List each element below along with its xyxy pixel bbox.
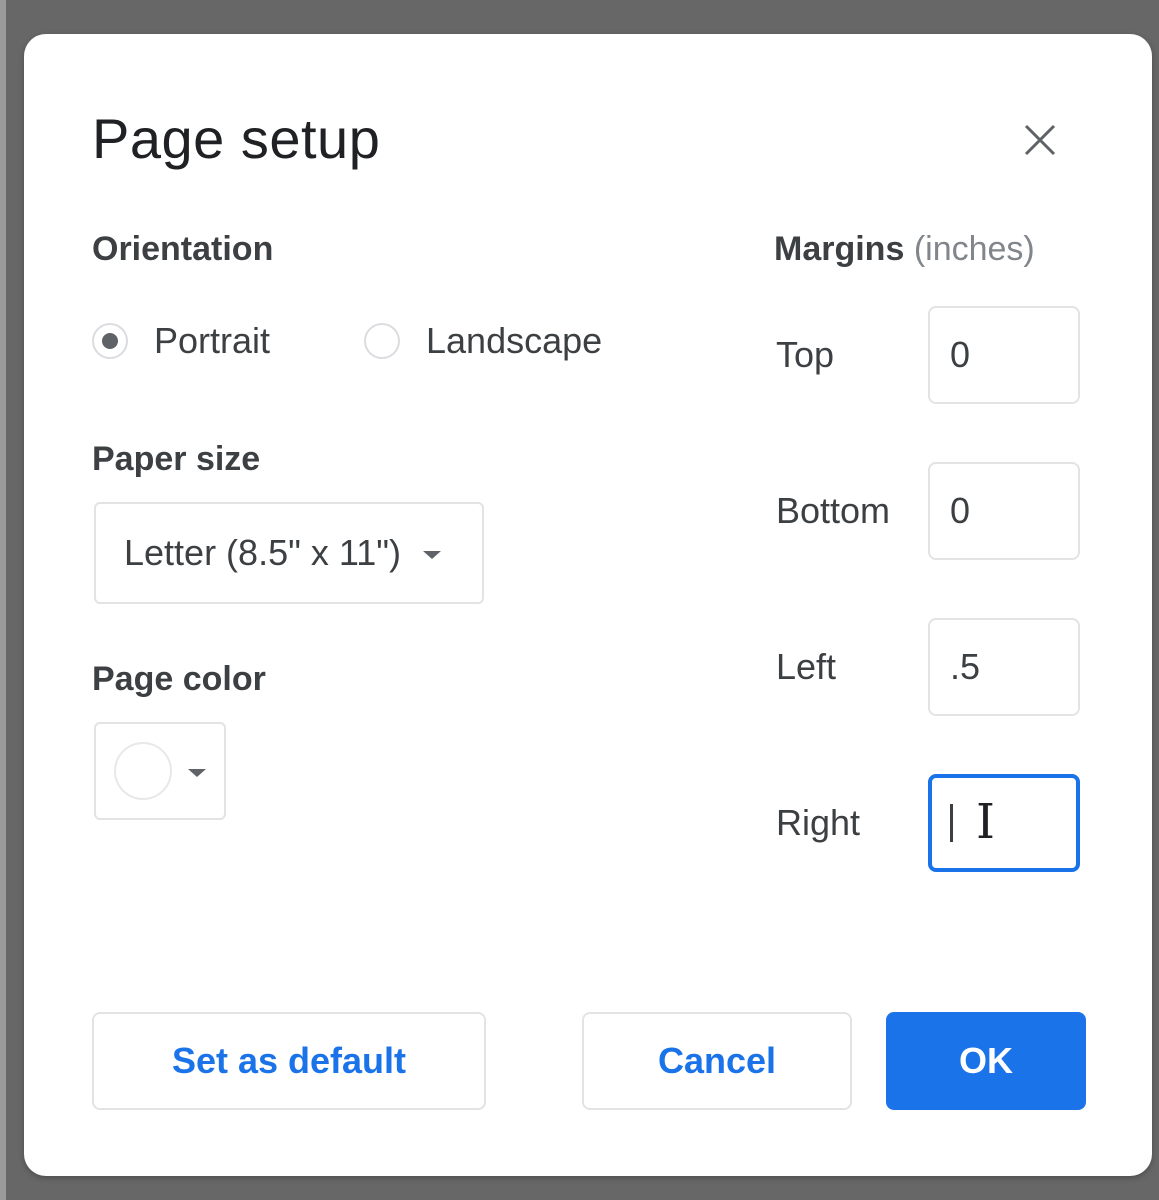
cancel-button[interactable]: Cancel bbox=[582, 1012, 852, 1110]
radio-dot bbox=[102, 333, 118, 349]
orientation-label: Orientation bbox=[92, 230, 274, 268]
margin-bottom-input[interactable] bbox=[928, 462, 1080, 560]
set-as-default-button[interactable]: Set as default bbox=[92, 1012, 486, 1110]
paper-size-label: Paper size bbox=[92, 440, 261, 478]
margin-row-left: Left bbox=[776, 618, 1080, 716]
margins-title: Margins bbox=[774, 230, 905, 268]
margin-row-bottom: Bottom bbox=[776, 462, 1080, 560]
paper-size-value: Letter (8.5" x 11") bbox=[124, 532, 402, 573]
ok-button[interactable]: OK bbox=[886, 1012, 1086, 1110]
margin-right-label: Right bbox=[776, 802, 861, 843]
close-icon bbox=[1024, 124, 1056, 156]
color-swatch bbox=[114, 742, 172, 800]
margins-label: Margins (inches) bbox=[774, 230, 1035, 269]
radio-label-portrait: Portrait bbox=[154, 320, 271, 361]
margin-left-label: Left bbox=[776, 646, 837, 687]
page-setup-dialog: Page setup Orientation Portrait Landscap… bbox=[24, 34, 1152, 1176]
radio-label-landscape: Landscape bbox=[426, 320, 603, 361]
radio-landscape[interactable]: Landscape bbox=[364, 320, 602, 362]
dialog-title: Page setup bbox=[92, 107, 381, 170]
margin-row-top: Top bbox=[776, 306, 1080, 404]
margin-row-right: Right I bbox=[776, 774, 1080, 872]
margin-left-input[interactable] bbox=[928, 618, 1080, 716]
backdrop bbox=[0, 0, 6, 1200]
radio-button-checked-icon[interactable] bbox=[92, 323, 128, 359]
margin-top-label: Top bbox=[776, 334, 835, 375]
paper-size-dropdown[interactable]: Letter (8.5" x 11") bbox=[94, 502, 484, 604]
margins-unit: (inches) bbox=[913, 230, 1035, 268]
ibeam-cursor-icon: I bbox=[976, 794, 995, 850]
text-caret bbox=[950, 804, 953, 842]
page-color-picker[interactable] bbox=[94, 722, 226, 820]
page-color-label: Page color bbox=[92, 660, 266, 698]
caret-down-icon bbox=[188, 769, 206, 777]
radio-portrait[interactable]: Portrait bbox=[92, 320, 270, 362]
margin-top-input[interactable] bbox=[928, 306, 1080, 404]
margin-right-wrap: Right I bbox=[776, 774, 1080, 872]
caret-down-icon bbox=[423, 551, 442, 559]
radio-button-unchecked-icon[interactable] bbox=[364, 323, 400, 359]
margin-bottom-label: Bottom bbox=[776, 490, 891, 531]
close-button[interactable] bbox=[1014, 114, 1066, 166]
